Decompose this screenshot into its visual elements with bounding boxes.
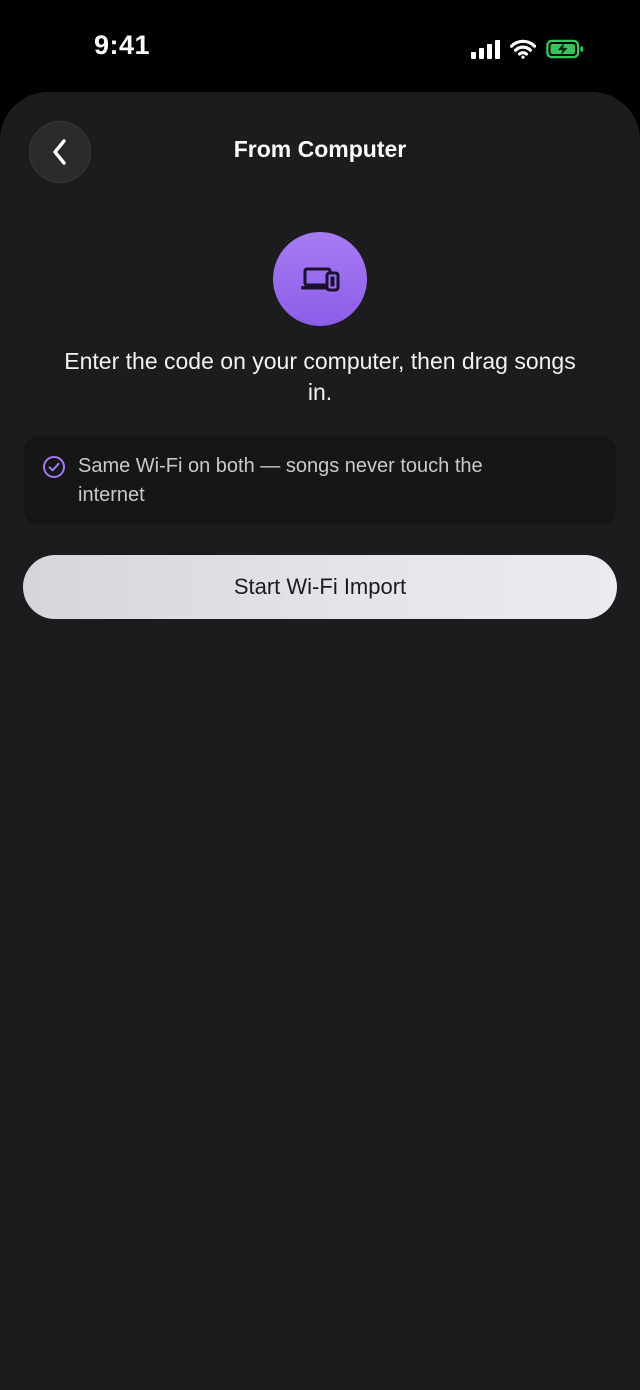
import-sheet: From Computer Enter the code on your com… [0, 92, 640, 1390]
info-card: Same Wi-Fi on both — songs never touch t… [24, 436, 616, 525]
info-text: Same Wi-Fi on both — songs never touch t… [78, 455, 483, 506]
instruction-text: Enter the code on your computer, then dr… [64, 348, 576, 405]
page-title: From Computer [233, 136, 407, 162]
status-time: 9:41 [94, 30, 151, 60]
hero-icon-badge [273, 232, 367, 326]
laptop-phone-icon [301, 267, 340, 292]
battery-charging-icon [546, 39, 584, 59]
check-circle-icon [43, 456, 65, 478]
wifi-icon [510, 39, 536, 59]
status-bar: 9:41 [0, 0, 640, 92]
status-icons [471, 35, 584, 59]
cellular-signal-icon [471, 39, 500, 59]
start-wifi-import-button[interactable]: Start Wi-Fi Import [23, 555, 617, 619]
